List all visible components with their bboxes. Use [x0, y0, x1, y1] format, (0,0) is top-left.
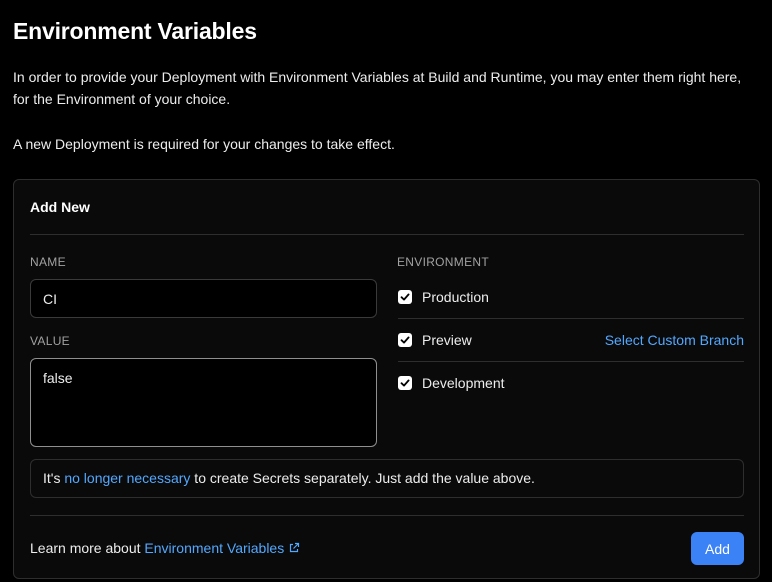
page-title: Environment Variables: [13, 18, 257, 44]
check-icon: [400, 293, 410, 301]
check-icon: [400, 336, 410, 344]
env-row-development[interactable]: Development: [398, 373, 744, 393]
value-label: VALUE: [30, 334, 70, 348]
no-longer-necessary-link[interactable]: no longer necessary: [64, 470, 190, 486]
env-row-production[interactable]: Production: [398, 287, 744, 307]
select-custom-branch-link[interactable]: Select Custom Branch: [605, 332, 744, 348]
env-divider: [398, 318, 744, 319]
env-row-preview[interactable]: Preview Select Custom Branch: [398, 330, 744, 350]
add-new-card: Add New NAME VALUE false ENVIRONMENT Pro…: [13, 179, 760, 579]
development-label: Development: [422, 375, 505, 391]
name-label: NAME: [30, 255, 66, 269]
preview-checkbox[interactable]: [398, 333, 412, 347]
environment-label: ENVIRONMENT: [397, 255, 489, 269]
info-suffix: to create Secrets separately. Just add t…: [190, 470, 535, 486]
deployment-note: A new Deployment is required for your ch…: [13, 136, 395, 152]
secrets-info-box: It's no longer necessary to create Secre…: [30, 459, 744, 498]
name-input[interactable]: [30, 279, 377, 318]
development-checkbox[interactable]: [398, 376, 412, 390]
add-button[interactable]: Add: [691, 532, 744, 565]
intro-text: In order to provide your Deployment with…: [13, 69, 742, 107]
check-icon: [400, 379, 410, 387]
footer-divider: [30, 515, 744, 516]
value-textarea[interactable]: false: [30, 358, 377, 447]
environment-variables-docs-link[interactable]: Environment Variables: [144, 540, 284, 556]
info-prefix: It's: [43, 470, 65, 486]
learn-more-prefix: Learn more about: [30, 540, 145, 556]
card-title: Add New: [30, 199, 90, 215]
production-checkbox[interactable]: [398, 290, 412, 304]
external-link-icon[interactable]: [288, 542, 300, 554]
card-header-divider: [30, 234, 744, 235]
preview-label: Preview: [422, 332, 472, 348]
production-label: Production: [422, 289, 489, 305]
learn-more-text: Learn more about Environment Variables: [30, 540, 300, 556]
env-divider: [398, 361, 744, 362]
